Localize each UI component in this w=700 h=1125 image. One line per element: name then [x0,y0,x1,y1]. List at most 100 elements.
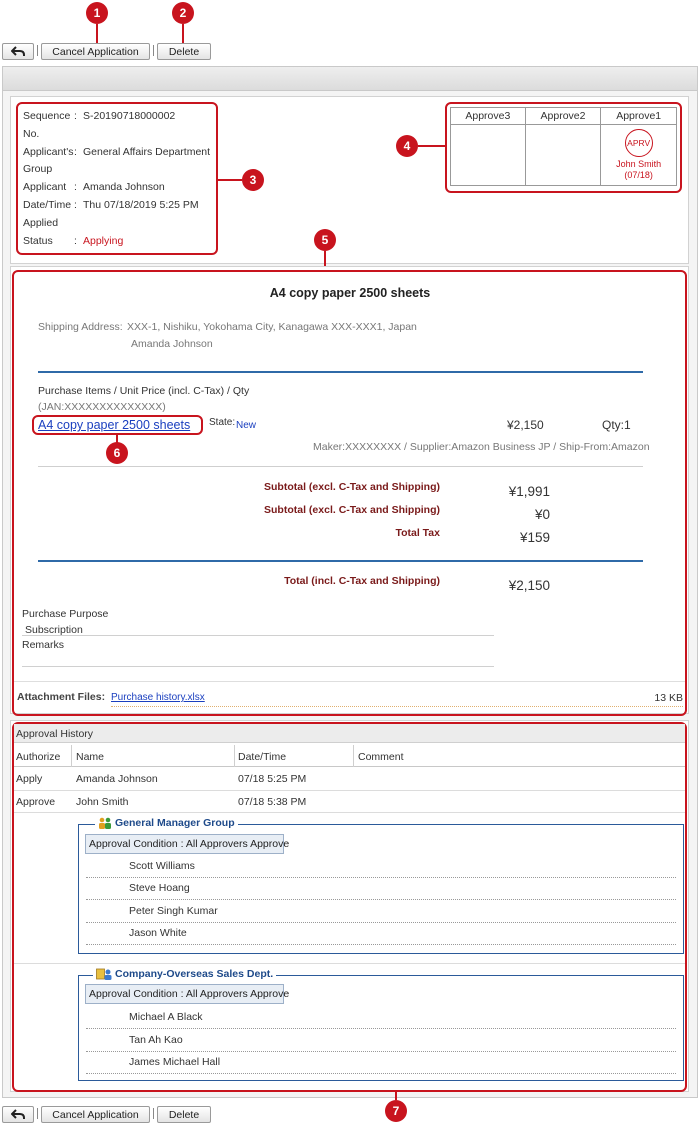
applicant-value: Amanda Johnson [83,181,165,193]
group-icon [99,817,111,829]
marker-7-line [395,1092,397,1100]
row-divider [14,790,685,791]
col-name: Name [76,751,105,763]
marker-6: 6 [106,442,128,464]
member-divider [86,1073,676,1074]
back-button[interactable] [2,43,34,60]
marker-1-line [96,24,98,43]
group-member: Steve Hoang [129,882,190,894]
bottom-toolbar: Cancel Application Delete [0,1105,700,1125]
member-divider [86,944,676,945]
stamp-text: APRV [627,138,651,148]
group-value: General Affairs Department [83,146,211,158]
purpose-underline [22,635,494,636]
approve1-cell: APRV John Smith (07/18) [600,124,677,186]
delete-button[interactable]: Delete [157,43,211,60]
history-row-name: Amanda Johnson [76,773,158,785]
remarks-label: Remarks [22,639,65,651]
divider [38,371,643,373]
approve2-header: Approve2 [524,107,602,125]
tax-value: ¥159 [519,530,550,545]
stamp-name: John Smith [616,159,662,169]
status-label: Status [23,235,53,247]
marker-5: 5 [314,229,336,251]
group-label: Applicant's [23,146,74,158]
colon: : [74,235,77,247]
items-header: Purchase Items / Unit Price (incl. C-Tax… [38,385,250,397]
toolbar-separator [37,1108,38,1119]
toolbar-separator [37,45,38,56]
attachment-size: 13 KB [654,692,683,704]
delete-button[interactable]: Delete [157,1106,211,1123]
maker-line: Maker:XXXXXXXX / Supplier:Amazon Busines… [313,441,650,453]
shipping-name: Amanda Johnson [131,338,213,350]
colon: : [74,146,77,158]
status-value: Applying [83,235,124,247]
divider [14,681,685,682]
approve2-cell [524,124,602,186]
cancel-application-button[interactable]: Cancel Application [41,43,150,60]
marker-3: 3 [242,169,264,191]
back-arrow-icon [11,46,25,56]
item-link[interactable]: A4 copy paper 2500 sheets [38,418,190,432]
history-columns [14,745,685,767]
attachment-underline [111,706,683,707]
sequence-label-2: No. [23,128,40,140]
shipping-address: XXX-1, Nishiku, Yokohama City, Kanagawa … [127,321,417,333]
approve1-header: Approve1 [600,107,677,125]
applicant-label: Applicant [23,181,67,193]
marker-1: 1 [86,2,108,24]
container-header [3,67,697,91]
approval-stamps-table: Approve3 Approve2 Approve1 APRV John Smi… [450,107,677,186]
history-row-authorize: Approve [16,796,56,808]
group-label-2: Group [23,163,53,175]
toolbar-separator [153,1108,154,1119]
history-row-authorize: Apply [16,773,43,785]
member-divider [86,922,676,923]
info-highlight [16,102,218,255]
marker-2-line [182,24,184,43]
divider [38,466,643,467]
member-divider [86,899,676,900]
back-button[interactable] [2,1106,34,1123]
marker-4: 4 [396,135,418,157]
approval-condition: Approval Condition : All Approvers Appro… [85,984,289,1004]
date-label-2: Applied [23,217,59,229]
total-value: ¥2,150 [508,578,550,593]
member-divider [86,1051,676,1052]
history-row-datetime: 07/18 5:38 PM [238,796,307,808]
group-legend: General Manager Group [95,817,238,829]
sequence-label: Sequence [23,110,71,122]
top-toolbar: Cancel Application Delete [0,42,700,62]
col-datetime: Date/Time [238,751,287,763]
item-price: ¥2,150 [507,418,544,432]
history-row-name: John Smith [76,796,129,808]
subtotal2-value: ¥0 [534,507,550,522]
jan-code: (JAN:XXXXXXXXXXXXXX) [38,401,166,413]
attachment-file-link[interactable]: Purchase history.xlsx [111,692,205,703]
history-header-bar [14,724,685,743]
shipping-label: Shipping Address: [38,321,123,333]
group-member: Peter Singh Kumar [129,905,218,917]
order-title: A4 copy paper 2500 sheets [269,286,431,300]
col-sep [234,745,235,767]
row-divider [14,963,685,964]
divider [38,560,643,562]
history-title: Approval History [16,728,94,740]
sequence-value: S-20190718000002 [83,110,176,122]
back-arrow-icon [11,1109,25,1119]
subtotal1-value: ¥1,991 [508,484,550,499]
colon: : [74,181,77,193]
approval-condition: Approval Condition : All Approvers Appro… [85,834,289,854]
member-divider [86,877,676,878]
date-value: Thu 07/18/2019 5:25 PM [83,199,199,211]
approve3-header: Approve3 [450,107,526,125]
marker-4-line [418,145,445,147]
attachment-label: Attachment Files: [17,691,106,703]
date-label: Date/Time [23,199,72,211]
cancel-application-button[interactable]: Cancel Application [41,1106,150,1123]
member-divider [86,1028,676,1029]
group-member: James Michael Hall [129,1056,221,1068]
department-icon [96,968,112,980]
approval-stamp-icon: APRV [624,129,653,157]
